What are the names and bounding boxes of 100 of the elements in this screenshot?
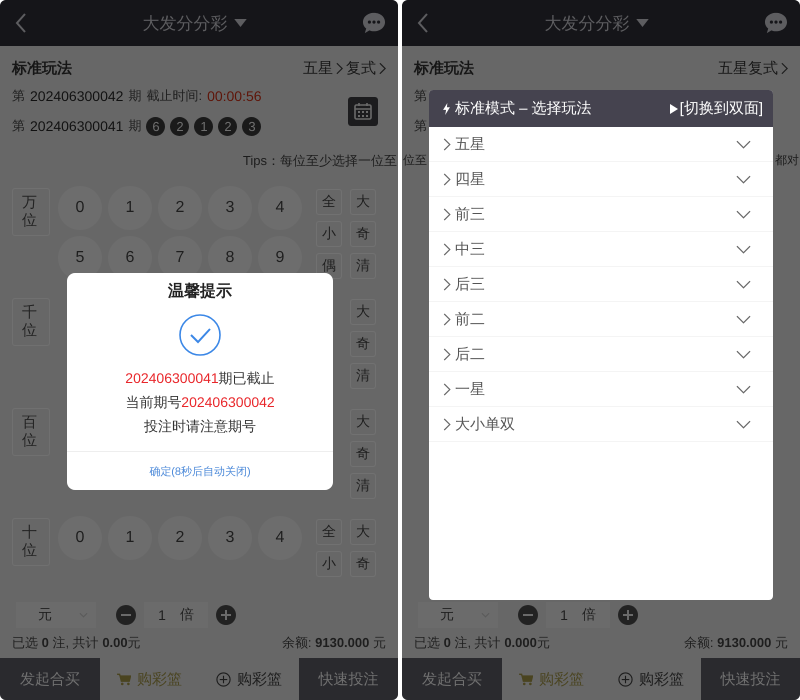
play-category[interactable]: 后二 bbox=[455, 344, 736, 364]
quick-select-button[interactable]: 大 bbox=[350, 519, 376, 545]
countdown-timer: 00:00:56 bbox=[207, 88, 262, 104]
quick-select-button[interactable]: 全 bbox=[316, 519, 342, 545]
quick-select-button[interactable]: 小 bbox=[316, 551, 342, 577]
plus-circle-icon bbox=[216, 672, 231, 686]
number-ball[interactable]: 3 bbox=[208, 186, 252, 230]
chevron-down-icon[interactable] bbox=[736, 140, 751, 148]
quick-select-button[interactable]: 清 bbox=[350, 253, 376, 279]
quick-select-button[interactable]: 奇 bbox=[350, 331, 376, 357]
action-button[interactable]: 发起合买 bbox=[0, 658, 100, 700]
quick-select-button[interactable]: 清 bbox=[350, 363, 376, 389]
quick-select-button[interactable]: 奇 bbox=[350, 221, 376, 247]
play-category[interactable]: 五星 bbox=[455, 134, 736, 154]
chevron-down-icon[interactable] bbox=[736, 210, 751, 218]
deadline-label: 截止时间: bbox=[146, 87, 202, 105]
play-category[interactable]: 前二 bbox=[455, 310, 736, 328]
dialog-message: 投注时请注意期号 bbox=[144, 417, 256, 436]
quick-select-button[interactable]: 大 bbox=[350, 409, 376, 435]
balance-text: 余额: 9130.000 元 bbox=[684, 634, 788, 652]
minus-icon[interactable] bbox=[518, 605, 538, 625]
calendar-button[interactable] bbox=[348, 96, 378, 126]
chevron-right-icon bbox=[443, 138, 451, 150]
back-icon[interactable] bbox=[417, 13, 429, 33]
number-ball[interactable]: 4 bbox=[258, 186, 302, 230]
number-ball[interactable]: 4 bbox=[258, 516, 302, 560]
play-category[interactable]: 后三 bbox=[455, 274, 736, 294]
chevron-right-icon bbox=[443, 172, 451, 186]
chevron-right-icon bbox=[443, 348, 451, 360]
position-label: 万位 bbox=[12, 188, 50, 236]
back-icon[interactable] bbox=[15, 13, 27, 33]
play-type-link[interactable]: 五星复式 bbox=[718, 58, 778, 78]
calendar-icon bbox=[353, 101, 373, 121]
chat-icon[interactable] bbox=[764, 12, 788, 34]
chevron-right-icon bbox=[443, 278, 451, 290]
chevron-down-icon[interactable] bbox=[736, 174, 751, 184]
caret-icon[interactable] bbox=[636, 19, 648, 27]
number-ball[interactable]: 2 bbox=[158, 186, 202, 230]
unit-select[interactable]: 元 bbox=[418, 602, 498, 628]
position-label: 百位 bbox=[12, 408, 50, 456]
play-category[interactable]: 大小单双 bbox=[455, 414, 736, 434]
quick-select-button[interactable]: 清 bbox=[350, 473, 376, 499]
unit-select[interactable]: 元 bbox=[16, 602, 96, 628]
chevron-right-icon bbox=[443, 418, 451, 430]
tips-text: 都对 bbox=[775, 152, 799, 169]
chevron-down-icon[interactable] bbox=[736, 314, 751, 324]
quick-select-button[interactable]: 大 bbox=[350, 299, 376, 325]
balance-text: 余额: 9130.000 元 bbox=[282, 634, 386, 652]
minus-icon[interactable] bbox=[116, 605, 136, 625]
quick-select-button[interactable]: 全 bbox=[316, 189, 342, 215]
result-ball: 2 bbox=[170, 116, 190, 136]
play-icon[interactable] bbox=[670, 104, 678, 114]
multiplier-field[interactable]: 1 倍 bbox=[546, 602, 610, 628]
play-category[interactable]: 前三 bbox=[455, 204, 736, 224]
chevron-down-icon[interactable] bbox=[736, 350, 751, 358]
quick-select-button[interactable]: 大 bbox=[350, 189, 376, 215]
number-ball[interactable]: 1 bbox=[108, 516, 152, 560]
period-prefix: 第 bbox=[414, 87, 427, 105]
lottery-title[interactable]: 大发分分彩 bbox=[544, 12, 630, 34]
play-type-link[interactable]: 复式 bbox=[346, 58, 376, 78]
period-number: 202406300042 bbox=[30, 88, 124, 104]
tips-text: 位至 bbox=[403, 152, 427, 169]
result-ball: 3 bbox=[242, 116, 262, 136]
quick-select-button[interactable]: 小 bbox=[316, 221, 342, 247]
selection-summary: 已选 0 注, 共计 0.00元 bbox=[12, 634, 141, 652]
period-suffix: 期 bbox=[128, 117, 142, 135]
number-ball[interactable]: 0 bbox=[58, 186, 102, 230]
plus-icon[interactable] bbox=[216, 605, 236, 625]
cart-icon bbox=[518, 672, 533, 686]
play-type-link[interactable]: 五星 bbox=[303, 58, 333, 78]
play-category[interactable]: 四星 bbox=[455, 170, 736, 188]
action-button[interactable]: 快速投注 bbox=[700, 658, 800, 700]
number-ball[interactable]: 3 bbox=[208, 516, 252, 560]
switch-mode-link[interactable]: [切换到双面] bbox=[680, 99, 763, 118]
play-mode-title: 标准玩法 bbox=[12, 58, 72, 78]
chevron-right-icon bbox=[443, 382, 451, 396]
play-category[interactable]: 一星 bbox=[455, 380, 736, 398]
plus-icon[interactable] bbox=[618, 605, 638, 625]
chevron-down-icon[interactable] bbox=[736, 244, 751, 254]
number-ball[interactable]: 1 bbox=[108, 186, 152, 230]
multiplier-field[interactable]: 1 倍 bbox=[144, 602, 208, 628]
chevron-right-icon bbox=[379, 62, 386, 74]
chevron-down-icon[interactable] bbox=[736, 280, 751, 288]
play-category[interactable]: 中三 bbox=[455, 240, 736, 258]
action-button[interactable]: 发起合买 bbox=[402, 658, 502, 700]
confirm-button[interactable]: 确定(8秒后自动关闭) bbox=[67, 451, 333, 490]
number-ball[interactable]: 2 bbox=[158, 516, 202, 560]
number-ball[interactable]: 0 bbox=[58, 516, 102, 560]
caret-icon[interactable] bbox=[234, 19, 246, 27]
chevron-down-icon[interactable] bbox=[736, 384, 751, 394]
dialog-title: 温馨提示 bbox=[168, 282, 232, 302]
result-ball: 2 bbox=[218, 116, 238, 136]
quick-select-button[interactable]: 奇 bbox=[350, 551, 376, 577]
chevron-down-icon[interactable] bbox=[736, 420, 751, 428]
result-ball: 1 bbox=[194, 116, 214, 136]
tips-text: Tips：每位至少选择一位至 bbox=[242, 152, 397, 170]
quick-select-button[interactable]: 奇 bbox=[350, 441, 376, 467]
action-button[interactable]: 快速投注 bbox=[298, 658, 398, 700]
chat-icon[interactable] bbox=[362, 12, 386, 34]
lottery-title[interactable]: 大发分分彩 bbox=[142, 12, 228, 34]
